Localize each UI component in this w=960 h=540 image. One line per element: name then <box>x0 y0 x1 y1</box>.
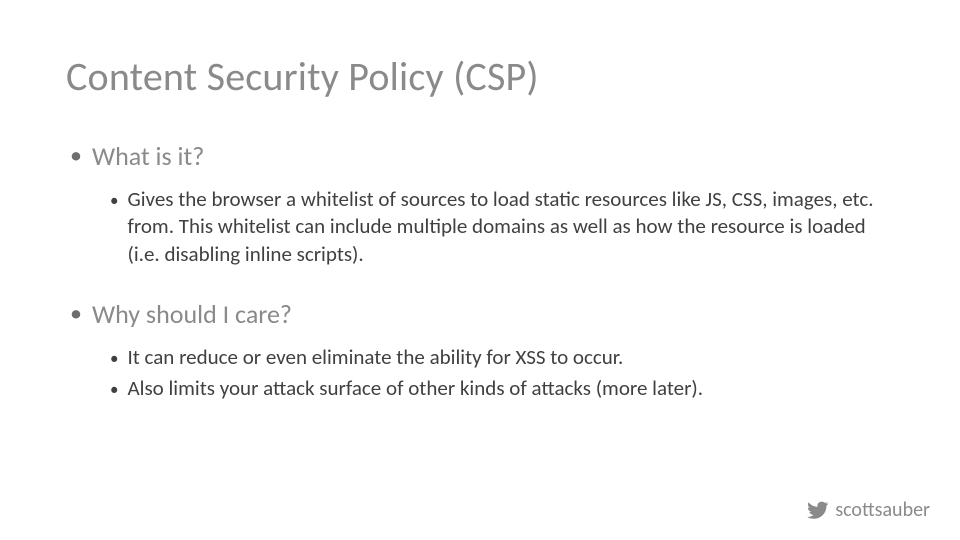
section-why-care: • Why should I care? • It can reduce or … <box>70 298 890 403</box>
bullet-icon: • <box>70 302 82 326</box>
list-item: • Gives the browser a whitelist of sourc… <box>110 186 890 268</box>
point-text: Also limits your attack surface of other… <box>127 375 703 402</box>
section-list: • What is it? • Gives the browser a whit… <box>70 140 890 402</box>
bullet-icon: • <box>110 190 118 213</box>
footer: scottsauber <box>807 498 930 522</box>
bullet-icon: • <box>70 144 82 168</box>
point-list: • It can reduce or even eliminate the ab… <box>110 344 890 403</box>
list-item: • It can reduce or even eliminate the ab… <box>110 344 890 371</box>
point-text: Gives the browser a whitelist of sources… <box>127 186 890 268</box>
bullet-icon: • <box>110 379 118 402</box>
section-heading: What is it? <box>92 140 204 172</box>
bullet-icon: • <box>110 348 118 371</box>
list-item: • Also limits your attack surface of oth… <box>110 375 890 402</box>
point-text: It can reduce or even eliminate the abil… <box>127 344 623 371</box>
section-what-is-it: • What is it? • Gives the browser a whit… <box>70 140 890 268</box>
slide: Content Security Policy (CSP) • What is … <box>0 0 960 540</box>
slide-body: • What is it? • Gives the browser a whit… <box>70 140 890 432</box>
twitter-icon <box>807 499 829 521</box>
footer-handle: scottsauber <box>835 498 930 522</box>
point-list: • Gives the browser a whitelist of sourc… <box>110 186 890 268</box>
section-heading: Why should I care? <box>92 298 292 330</box>
slide-title: Content Security Policy (CSP) <box>66 52 539 101</box>
